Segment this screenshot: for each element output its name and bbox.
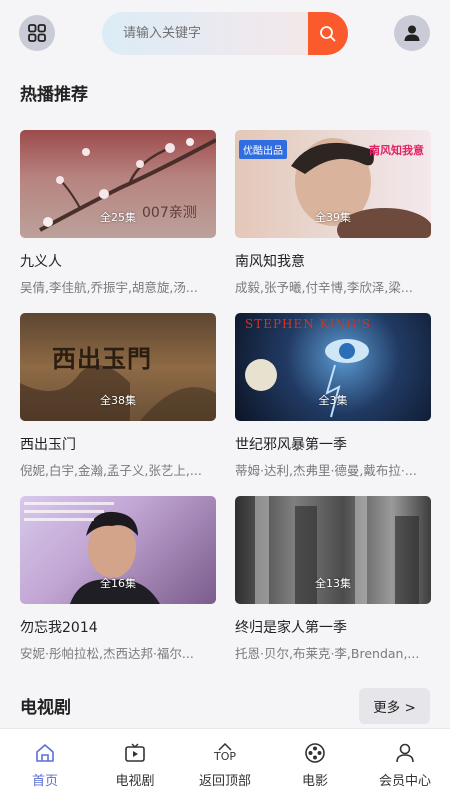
- poster-image: 007亲测 全25集: [20, 130, 216, 238]
- card-cast: 成毅,张予曦,付辛博,李欣泽,梁...: [235, 280, 413, 295]
- section-title-tv: 电视剧: [20, 698, 71, 718]
- film-reel-icon: [303, 741, 327, 765]
- poster-badge: 优酷出品: [239, 140, 287, 159]
- poster-image: 全13集: [235, 496, 431, 604]
- card-cast: 安妮·彤帕拉松,杰西达邦·福尔...: [20, 646, 194, 661]
- tab-tv[interactable]: 电视剧: [90, 729, 180, 800]
- tab-label: 会员中心: [378, 774, 431, 789]
- top-text: TOP: [213, 750, 236, 763]
- episode-count: 全39集: [315, 211, 351, 224]
- bottom-tab-bar: 首页 电视剧 TOP 返回顶部 电影 会员中心: [0, 728, 450, 800]
- card-title: 西出玉门: [20, 437, 76, 453]
- menu-button[interactable]: [19, 15, 55, 51]
- tab-home[interactable]: 首页: [0, 729, 90, 800]
- user-icon: [393, 741, 417, 765]
- search-input[interactable]: [102, 12, 308, 55]
- poster-image: 优酷出品 南风知我意 全39集: [235, 130, 431, 238]
- tab-label: 返回顶部: [198, 774, 251, 789]
- card-title: 终归是家人第一季: [235, 620, 347, 636]
- search-button[interactable]: [308, 12, 348, 55]
- search-bar: [102, 12, 348, 55]
- episode-count: 全16集: [100, 577, 136, 590]
- poster-image: 全16集: [20, 496, 216, 604]
- user-button[interactable]: [394, 15, 430, 51]
- episode-count: 全3集: [318, 394, 348, 407]
- card-title: 南风知我意: [235, 254, 305, 270]
- poster-logo: STEPHEN KING'S: [245, 317, 371, 331]
- video-card[interactable]: 优酷出品 南风知我意 全39集 南风知我意 成毅,张予曦,付辛博,李欣泽,梁..…: [235, 130, 431, 296]
- video-card[interactable]: 全13集 终归是家人第一季 托恩·贝尔,布莱克·李,Brendan,...: [235, 496, 431, 662]
- user-icon: [404, 25, 420, 41]
- section-title-hot: 热播推荐: [20, 85, 88, 105]
- episode-count: 全13集: [315, 577, 351, 590]
- card-title: 九义人: [20, 254, 62, 270]
- tab-back-to-top[interactable]: TOP 返回顶部: [180, 729, 270, 800]
- tab-label: 电视剧: [115, 774, 155, 789]
- video-card[interactable]: STEPHEN KING'S 全3集 世纪邪风暴第一季 蒂姆·达利,杰弗里·德曼…: [235, 313, 431, 479]
- header: [0, 0, 450, 66]
- poster-logo: 西出玉門: [52, 344, 152, 373]
- tab-label: 首页: [31, 774, 58, 789]
- back-to-top-icon: TOP: [213, 741, 237, 765]
- tab-member-center[interactable]: 会员中心: [360, 729, 450, 800]
- episode-count: 全25集: [100, 211, 136, 224]
- more-button[interactable]: 更多 >: [359, 688, 430, 724]
- card-cast: 蒂姆·达利,杰弗里·德曼,戴布拉·...: [235, 463, 417, 478]
- card-title: 勿忘我2014: [20, 620, 98, 636]
- tab-label: 电影: [301, 774, 328, 789]
- video-card[interactable]: 007亲测 全25集 九义人 吴倩,李佳航,乔振宇,胡意旋,汤...: [20, 130, 216, 296]
- poster-image: 西出玉門 全38集: [20, 313, 216, 421]
- tv-icon: [123, 741, 147, 765]
- video-card[interactable]: 西出玉門 全38集 西出玉门 倪妮,白宇,金瀚,孟子义,张艺上,...: [20, 313, 216, 479]
- search-icon: [320, 25, 336, 41]
- grid-icon: [28, 24, 46, 42]
- poster-image: STEPHEN KING'S 全3集: [235, 313, 431, 421]
- episode-count: 全38集: [100, 394, 136, 407]
- home-icon: [33, 741, 57, 765]
- card-title: 世纪邪风暴第一季: [235, 437, 347, 453]
- card-cast: 倪妮,白宇,金瀚,孟子义,张艺上,...: [20, 463, 202, 478]
- card-cast: 吴倩,李佳航,乔振宇,胡意旋,汤...: [20, 280, 198, 295]
- tab-movie[interactable]: 电影: [270, 729, 360, 800]
- poster-logo: 南风知我意: [369, 144, 424, 157]
- video-card[interactable]: 全16集 勿忘我2014 安妮·彤帕拉松,杰西达邦·福尔...: [20, 496, 216, 662]
- card-cast: 托恩·贝尔,布莱克·李,Brendan,...: [235, 646, 420, 661]
